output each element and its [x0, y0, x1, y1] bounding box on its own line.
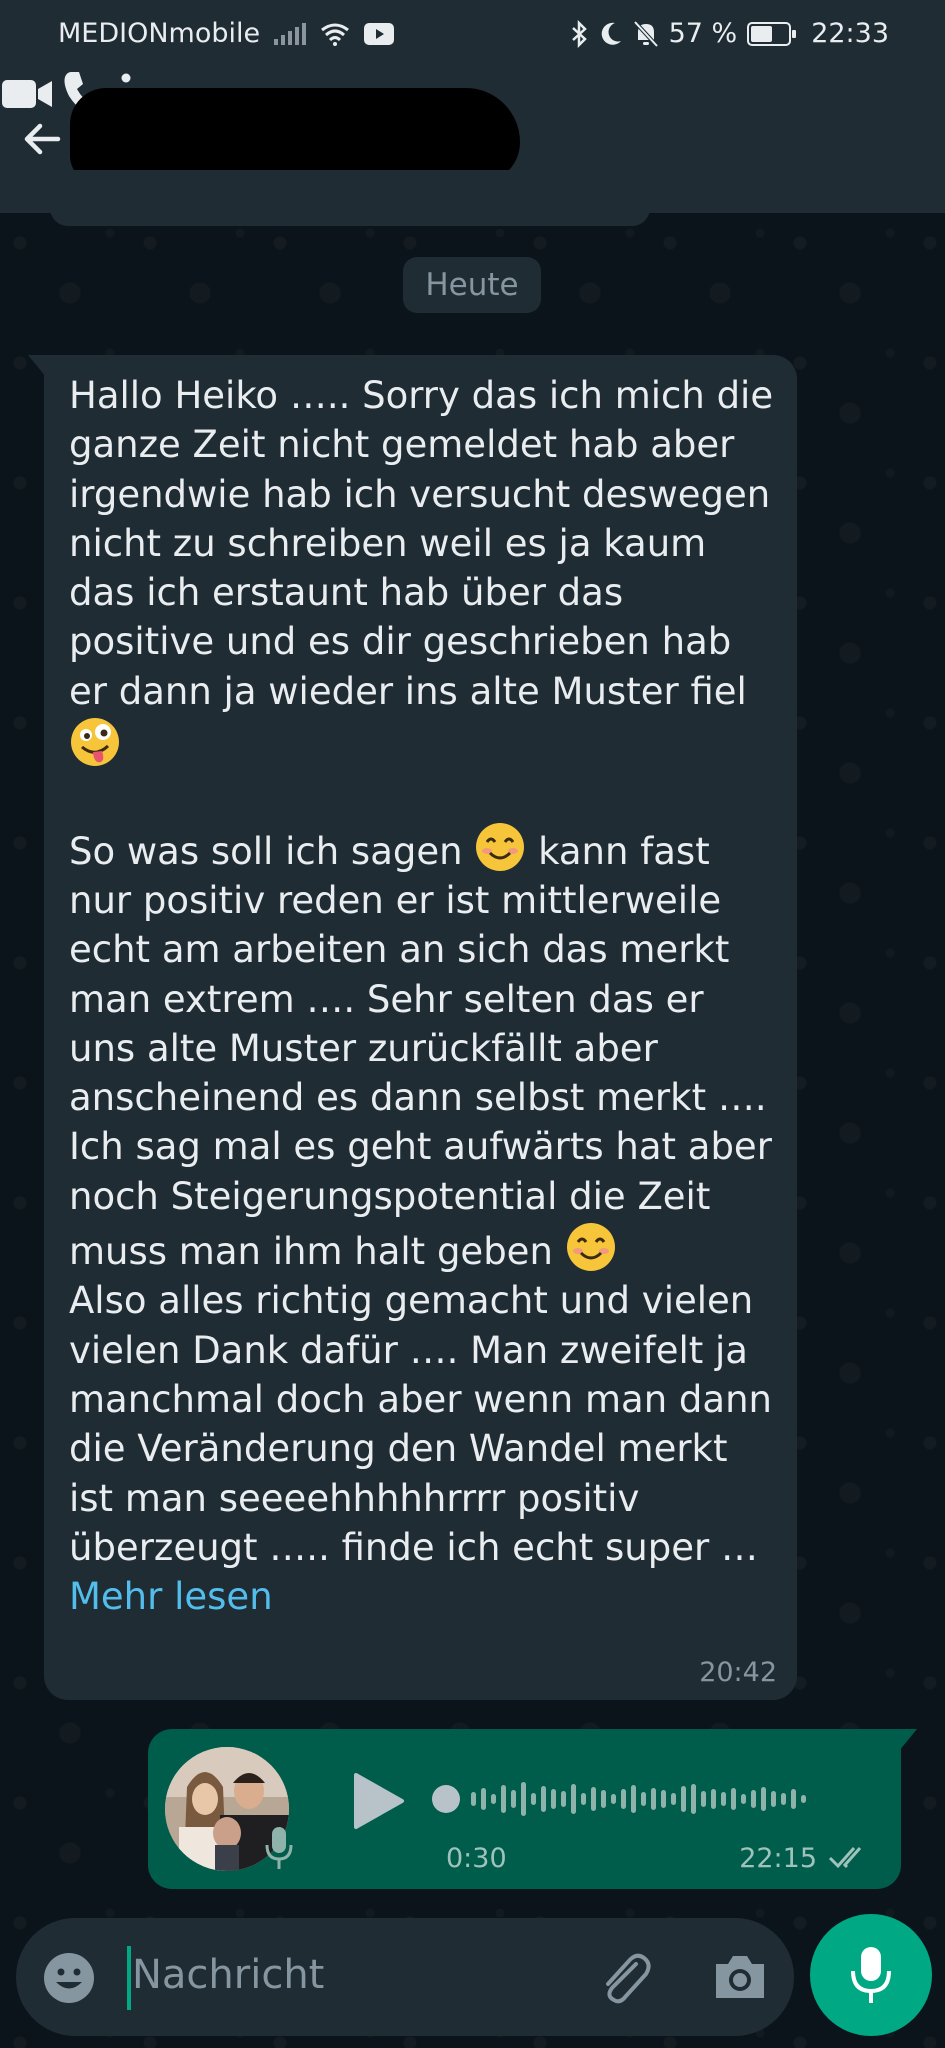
waveform-bar [681, 1786, 686, 1812]
smiling-face-emoji [566, 1223, 615, 1272]
previous-message-bubble [50, 170, 650, 226]
smiling-face-emoji [476, 822, 525, 871]
waveform-bar [651, 1788, 656, 1810]
waveform-bar [801, 1795, 806, 1803]
emoji-icon[interactable] [42, 1951, 96, 2005]
zany-face-emoji [71, 718, 119, 767]
message-paragraph-2a: So was soll ich sagen [69, 829, 463, 873]
waveform-bar [741, 1794, 746, 1804]
text-cursor [127, 1946, 131, 2010]
read-receipt-icon [828, 1847, 862, 1869]
clock: 22:33 [811, 18, 889, 49]
waveform-bar [711, 1789, 716, 1809]
message-input[interactable]: Nachricht [132, 1952, 324, 1998]
moon-icon [601, 22, 621, 45]
waveform-bar [751, 1790, 756, 1808]
attachment-icon[interactable] [596, 1950, 656, 2006]
waveform-bar [541, 1786, 546, 1812]
battery-icon [747, 21, 797, 46]
battery-fill [751, 25, 772, 42]
bell-off-icon [633, 20, 659, 47]
message-paragraph-2b: kann fast nur positiv reden er ist mittl… [69, 829, 784, 1274]
waveform-bar [591, 1787, 596, 1811]
audio-waveform[interactable] [432, 1769, 862, 1829]
microphone-badge-icon [265, 1827, 293, 1869]
message-paragraph-3: Also alles richtig gemacht und vielen vi… [69, 1279, 784, 1569]
waveform-bar [491, 1794, 496, 1804]
waveform-bar [661, 1790, 666, 1808]
waveform-bar [761, 1787, 766, 1811]
play-icon[interactable] [348, 1769, 408, 1833]
waveform-bar [561, 1791, 566, 1807]
waveform-bar [671, 1793, 676, 1805]
wifi-icon [321, 23, 350, 46]
waveform-bar [531, 1793, 536, 1805]
youtube-icon [364, 22, 395, 45]
date-separator: Heute [403, 257, 541, 313]
contact-name-redacted[interactable] [70, 88, 520, 183]
waveform-bar [771, 1791, 776, 1807]
voice-duration: 0:30 [446, 1843, 507, 1874]
waveform-bar [621, 1789, 626, 1809]
playback-scrubber[interactable] [432, 1785, 460, 1813]
waveform-bar [551, 1789, 556, 1809]
waveform-bar [581, 1793, 586, 1805]
waveform-bar [511, 1790, 516, 1808]
message-composer: Nachricht [16, 1918, 794, 2036]
battery-percent: 57 % [668, 18, 738, 49]
carrier-label: MEDIONmobile [58, 18, 261, 49]
voice-message-bubble[interactable]: 0:30 22:15 [148, 1729, 917, 1889]
waveform-bar [471, 1792, 476, 1806]
record-voice-button[interactable] [810, 1914, 932, 2036]
waveform-bar [601, 1790, 606, 1808]
message-paragraph-1: Hallo Heiko ….. Sorry das ich mich die g… [69, 374, 785, 713]
waveform-bar [521, 1782, 526, 1816]
waveform-bar [691, 1784, 696, 1814]
camera-icon[interactable] [712, 1952, 768, 2002]
waveform-bar [721, 1792, 726, 1806]
waveform-bar [631, 1785, 636, 1813]
waveform-bar [501, 1785, 506, 1813]
waveform-bar [791, 1789, 796, 1809]
waveform-bar [641, 1792, 646, 1806]
read-more-link[interactable]: Mehr lesen [69, 1575, 273, 1618]
microphone-icon [851, 1947, 891, 2003]
waveform-bar [571, 1784, 576, 1814]
signal-icon [274, 22, 307, 45]
status-bar: MEDIONmobile 57 % 22:33 [0, 0, 945, 66]
voice-timestamp: 22:15 [739, 1843, 817, 1874]
waveform-bar [781, 1793, 786, 1805]
bluetooth-icon [571, 19, 587, 48]
waveform-bar [731, 1788, 736, 1810]
incoming-message-bubble[interactable]: Hallo Heiko ….. Sorry das ich mich die g… [28, 355, 797, 1700]
waveform-bar [701, 1791, 706, 1807]
message-text: Hallo Heiko ….. Sorry das ich mich die g… [69, 371, 775, 1621]
message-timestamp: 20:42 [699, 1657, 777, 1688]
waveform-bar [611, 1794, 616, 1804]
waveform-bar [481, 1788, 486, 1810]
back-arrow-icon[interactable] [18, 114, 68, 164]
